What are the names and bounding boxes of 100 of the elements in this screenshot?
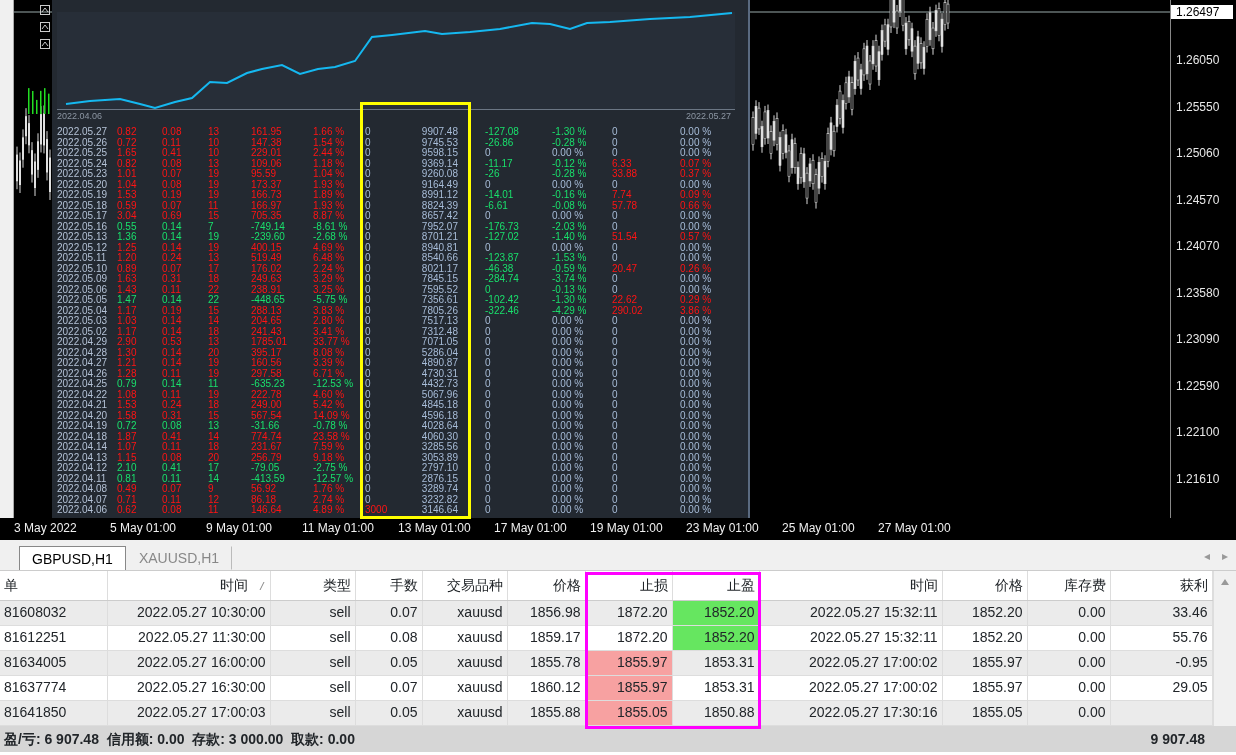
table-cell-text: 56.92 xyxy=(251,484,278,495)
column-header[interactable]: 手数 xyxy=(355,571,422,600)
table-cell-text: 0 xyxy=(612,253,619,264)
column-header[interactable]: 交易品种 xyxy=(422,571,507,600)
table-cell-text: 0.57 % xyxy=(680,232,713,243)
table-cell-text: 0 xyxy=(365,316,372,327)
table-cell-text: 0 xyxy=(485,431,492,442)
table-cell-text: 0 xyxy=(365,295,372,306)
table-cell-text: 0.00 % xyxy=(680,242,713,253)
table-cell-text: 4028.64 xyxy=(420,421,458,432)
table-cell-text: 3289.74 xyxy=(420,484,458,495)
table-cell-text: 86.18 xyxy=(251,494,278,505)
table-cell-text: 0 xyxy=(365,389,372,400)
date-cell-text: 2022.05.23 xyxy=(57,169,109,180)
table-cell-text: -11.17 xyxy=(485,158,514,169)
column-header[interactable]: 价格 xyxy=(507,571,585,600)
table-cell-text: 0.00 % xyxy=(552,368,585,379)
table-cell: 2022.05.27 11:30:00 xyxy=(107,625,270,651)
column-header[interactable]: 止损 xyxy=(585,571,672,600)
column-header[interactable]: 库存费 xyxy=(1027,571,1110,600)
table-cell: 81637774 xyxy=(0,675,107,701)
table-cell-text: -8.61 % xyxy=(313,221,349,232)
table-cell-text: 2.90 xyxy=(117,337,138,348)
table-cell-text: 173.37 xyxy=(251,179,283,190)
table-cell-text: 0.11 xyxy=(162,473,182,484)
table-cell-text: 0.00 % xyxy=(552,326,585,337)
table-cell-text: 10 xyxy=(208,137,221,148)
table-cell-text: -0.28 % xyxy=(552,137,588,148)
column-header[interactable]: 类型 xyxy=(270,571,355,600)
table-cell-text: 11 xyxy=(208,200,220,211)
date-cell-text: 2022.05.24 xyxy=(57,158,109,169)
table-cell-text: 0 xyxy=(365,169,372,180)
table-cell-text: -127.08 xyxy=(485,127,520,138)
table-cell-text: 0 xyxy=(365,274,372,285)
table-cell-text: 0.14 xyxy=(162,347,183,358)
table-cell-text: 3.25 % xyxy=(313,284,346,295)
table-cell-text: 11 xyxy=(208,505,220,516)
price-label: 1.25550 xyxy=(1175,99,1221,116)
table-cell: 2022.05.27 10:30:00 xyxy=(107,600,270,626)
date-cell-text: 2022.04.07 xyxy=(57,494,109,505)
table-cell-text: 166.97 xyxy=(251,200,283,211)
table-cell-text: -0.78 % xyxy=(313,421,349,432)
table-cell: 55.76 xyxy=(1110,625,1212,651)
chart-tool-icon[interactable] xyxy=(40,39,50,49)
table-cell-text: 7845.15 xyxy=(420,274,458,285)
table-cell: 1855.97 xyxy=(942,675,1027,701)
date-cell-text: 2022.05.25 xyxy=(57,148,109,159)
table-cell-text: 9.18 % xyxy=(313,452,346,463)
table-cell-text: 0.00 % xyxy=(552,473,585,484)
table-cell-text: 0 xyxy=(612,242,619,253)
chart-tool-icon[interactable] xyxy=(40,22,50,32)
table-cell-text: 5286.04 xyxy=(420,347,458,358)
table-cell-text: 1.01 xyxy=(117,169,138,180)
table-cell: xauusd xyxy=(422,600,507,626)
table-cell-text: 0.00 % xyxy=(552,463,585,474)
date-cell-text: 2022.05.17 xyxy=(57,211,109,222)
table-cell-text: 0 xyxy=(485,379,492,390)
column-header[interactable]: 时间 xyxy=(107,571,270,600)
table-cell: 1852.20 xyxy=(942,600,1027,626)
table-cell-text: -322.46 xyxy=(485,305,520,316)
table-cell-text: 0.81 xyxy=(117,473,138,484)
table-cell-text: 7071.05 xyxy=(420,337,458,348)
table-cell-text: 4890.87 xyxy=(420,358,458,369)
column-header[interactable]: 获利 xyxy=(1110,571,1212,600)
table-cell-text: 8021.17 xyxy=(420,263,458,274)
chart-tab[interactable]: GBPUSD,H1 xyxy=(19,546,126,570)
table-cell-text: 0.00 % xyxy=(680,179,713,190)
chart-tool-icon[interactable] xyxy=(40,5,50,15)
table-cell-text: 0 xyxy=(365,253,372,264)
table-cell-text: 1.04 % xyxy=(313,169,346,180)
table-cell-text: 1.30 xyxy=(117,347,138,358)
table-cell-text: 0.00 % xyxy=(552,179,585,190)
table-cell-text: 0.14 xyxy=(162,379,183,390)
table-cell-text: 0 xyxy=(365,326,372,337)
table-cell-text: -26.86 xyxy=(485,137,515,148)
table-cell-text: 0.14 xyxy=(162,232,183,243)
table-cell-text: 0.37 % xyxy=(680,169,713,180)
table-cell-text: 229.01 xyxy=(251,148,283,159)
table-cell-text: 0 xyxy=(612,431,619,442)
column-header[interactable]: 时间 xyxy=(759,571,942,600)
table-cell-text: 0.11 xyxy=(162,494,182,505)
table-cell-text: 9260.08 xyxy=(420,169,458,180)
table-cell-text: -0.13 % xyxy=(552,284,588,295)
table-cell-text: 3285.56 xyxy=(420,442,458,453)
date-cell-text: 2022.04.25 xyxy=(57,379,109,390)
column-header[interactable]: 单 xyxy=(0,571,107,600)
column-header[interactable]: 价格 xyxy=(942,571,1027,600)
table-cell-text: 0 xyxy=(485,442,492,453)
table-cell-text: 146.64 xyxy=(251,505,283,516)
table-cell-text: 0.00 % xyxy=(552,431,585,442)
column-header[interactable]: 止盈 xyxy=(672,571,759,600)
table-cell-text: 0 xyxy=(612,284,619,295)
price-label: 1.24570 xyxy=(1175,192,1221,209)
table-cell-text: 0 xyxy=(485,389,492,400)
table-cell-text: 0.00 % xyxy=(680,494,713,505)
table-cell-text: 0.08 xyxy=(162,179,183,190)
table-cell-text: 0 xyxy=(612,494,619,505)
table-cell-text: 0.89 xyxy=(117,263,138,274)
table-cell-text: 0 xyxy=(365,232,372,243)
table-cell: sell xyxy=(270,600,355,626)
